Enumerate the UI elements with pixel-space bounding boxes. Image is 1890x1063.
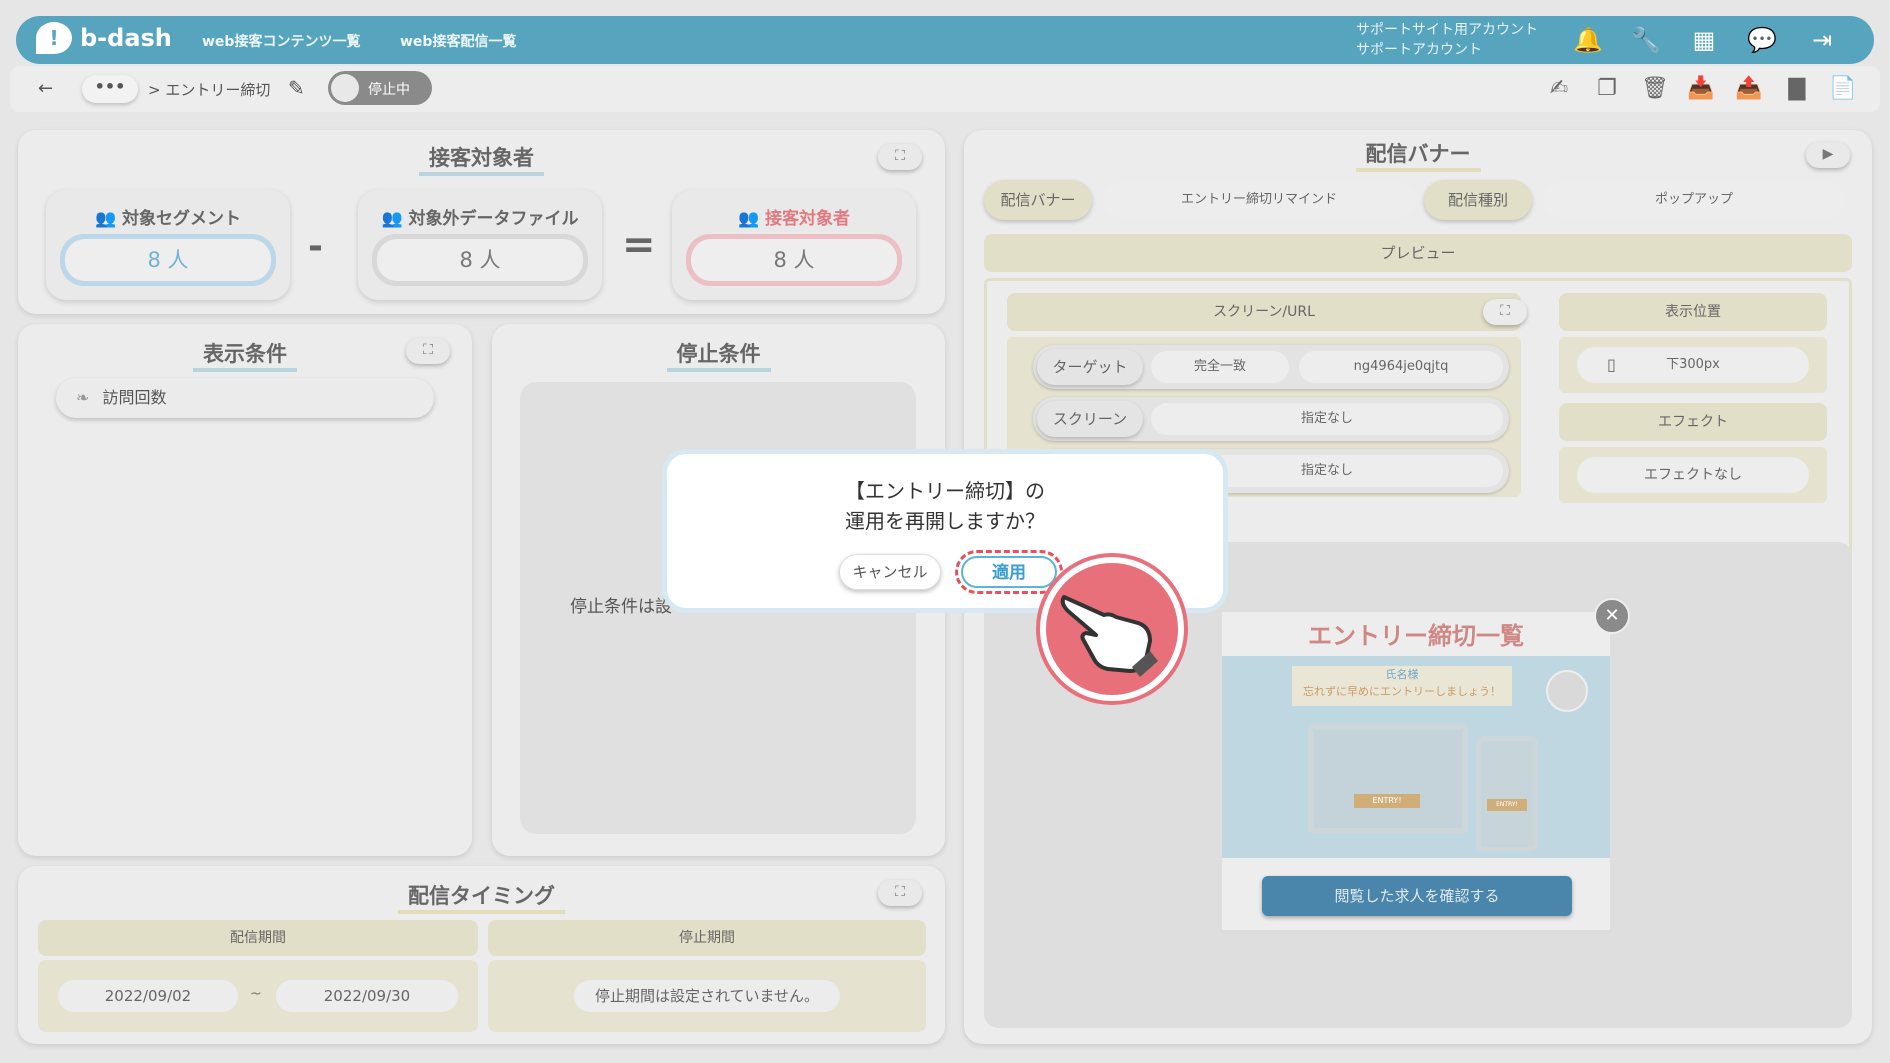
laptop-illustration: ENTRY! bbox=[1308, 724, 1468, 834]
stop-period-message: 停止期間は設定されていません。 bbox=[574, 980, 840, 1012]
end-date: 2022/09/30 bbox=[276, 980, 458, 1012]
minus-operator: - bbox=[308, 226, 323, 267]
banner-label: 配信バナー bbox=[984, 180, 1092, 220]
start-date: 2022/09/02 bbox=[58, 980, 238, 1012]
stop-period-cell: 停止期間は設定されていません。 bbox=[488, 960, 926, 1032]
pointing-hand-icon bbox=[1040, 557, 1184, 701]
screen-value: 指定なし bbox=[1151, 403, 1503, 435]
excluded-count: 8 人 bbox=[372, 234, 588, 286]
target-count: 8 人 bbox=[686, 234, 902, 286]
expand-screen-url-button[interactable]: ⛶ bbox=[1483, 299, 1527, 325]
account-user-name: サポートアカウント bbox=[1356, 42, 1482, 58]
play-preview-button[interactable]: ▶ bbox=[1806, 142, 1850, 168]
delivery-type-value: ポップアップ bbox=[1542, 182, 1846, 218]
logo-text: b-dash bbox=[80, 24, 172, 52]
popup-cta-button[interactable]: 閲覧した求人を確認する bbox=[1262, 876, 1572, 916]
equals-operator: = bbox=[622, 222, 656, 268]
position-value: ▯ 下300px bbox=[1577, 347, 1809, 383]
archive-icon[interactable]: 📥 bbox=[1686, 74, 1716, 104]
match-type: 完全一致 bbox=[1151, 351, 1289, 383]
popup-image: 氏名様 忘れずに早めにエントリーしましょう！ ENTRY! ENTRY! bbox=[1222, 656, 1610, 858]
audience-panel: 接客対象者 ⛶ 👥 対象セグメント 8 人 - 👥 対象外データファイル 8 人… bbox=[18, 130, 945, 314]
hand-graphic bbox=[1060, 595, 1158, 677]
logo[interactable]: ! b-dash bbox=[36, 22, 172, 54]
expand-audience-button[interactable]: ⛶ bbox=[878, 144, 922, 170]
back-arrow-icon[interactable]: ← bbox=[38, 78, 53, 99]
stop-period-header: 停止期間 bbox=[488, 920, 926, 956]
screen-tag: スクリーン bbox=[1037, 401, 1143, 437]
timing-panel: 配信タイミング ⛶ 配信期間 停止期間 2022/09/02 ~ 2022/09… bbox=[18, 866, 945, 1044]
breadcrumb-more-button[interactable]: ••• bbox=[82, 75, 138, 103]
popup-title: エントリー締切一覧 bbox=[1308, 622, 1524, 650]
target-card: 👥 接客対象者 8 人 bbox=[672, 190, 916, 300]
nav-web-delivery-list[interactable]: web接客配信一覧 bbox=[400, 31, 516, 51]
effect-value: エフェクトなし bbox=[1577, 457, 1809, 493]
timing-title: 配信タイミング bbox=[398, 880, 565, 914]
popup-speech: 氏名様 忘れずに早めにエントリーしましょう！ bbox=[1292, 666, 1512, 706]
date-range-separator: ~ bbox=[250, 986, 262, 1002]
toggle-label: 停止中 bbox=[368, 82, 410, 98]
avatar bbox=[1546, 670, 1588, 712]
popup-close-icon[interactable]: ✕ bbox=[1594, 598, 1630, 634]
display-conditions-panel: 表示条件 ⛶ ❧ 訪問回数 bbox=[18, 324, 472, 856]
breadcrumb-toolbar: ← ••• > エントリー締切 ✎ 停止中 ✍ ❐ 🗑 📥 📤 ▇ 📄 bbox=[10, 66, 1880, 112]
target-label: 👥 接客対象者 bbox=[737, 209, 851, 229]
account-site-name: サポートサイト用アカウント bbox=[1356, 22, 1538, 38]
target-value: ng4964je0qjtq bbox=[1299, 351, 1503, 383]
effect-body: エフェクトなし bbox=[1559, 447, 1827, 503]
condition-visit-count[interactable]: ❧ 訪問回数 bbox=[56, 378, 434, 418]
bell-icon[interactable]: 🔔 bbox=[1572, 24, 1604, 56]
preview-header: プレビュー bbox=[984, 234, 1852, 272]
top-navigation-bar: ! b-dash web接客コンテンツ一覧 web接客配信一覧 サポートサイト用… bbox=[16, 16, 1874, 64]
segment-count: 8 人 bbox=[60, 234, 276, 286]
dialog-message: 【エントリー締切】の 運用を再開しますか？ bbox=[845, 479, 1045, 533]
segment-card: 👥 対象セグメント 8 人 bbox=[46, 190, 290, 300]
document-icon[interactable]: 📄 bbox=[1828, 74, 1858, 104]
stop-conditions-title: 停止条件 bbox=[666, 338, 771, 372]
target-tag: ターゲット bbox=[1037, 349, 1143, 385]
footprint-icon: ❧ bbox=[76, 388, 90, 407]
nav-web-content-list[interactable]: web接客コンテンツ一覧 bbox=[202, 31, 360, 51]
expand-display-conditions-button[interactable]: ⛶ bbox=[406, 338, 450, 364]
logo-bubble-icon: ! bbox=[36, 22, 72, 54]
breadcrumb: > エントリー締切 bbox=[148, 81, 271, 99]
position-body: ▯ 下300px bbox=[1559, 337, 1827, 393]
excluded-label: 👥 対象外データファイル bbox=[381, 209, 579, 229]
grid-icon[interactable]: ▦ bbox=[1688, 24, 1720, 56]
phone-illustration: ENTRY! bbox=[1476, 736, 1538, 852]
copy-icon[interactable]: ❐ bbox=[1592, 74, 1622, 104]
edit-icon[interactable]: ✍ bbox=[1544, 74, 1574, 104]
delivery-period-header: 配信期間 bbox=[38, 920, 478, 956]
expand-timing-button[interactable]: ⛶ bbox=[878, 880, 922, 906]
popup-preview: エントリー締切一覧 氏名様 忘れずに早めにエントリーしましょう！ ENTRY! … bbox=[1222, 612, 1610, 930]
effect-header: エフェクト bbox=[1559, 403, 1827, 441]
display-conditions-title: 表示条件 bbox=[193, 338, 297, 372]
edit-pencil-icon[interactable]: ✎ bbox=[288, 76, 305, 100]
delivery-period-cell: 2022/09/02 ~ 2022/09/30 bbox=[38, 960, 478, 1032]
bar-chart-icon[interactable]: ▇ bbox=[1782, 74, 1812, 104]
mobile-phone-icon: ▯ bbox=[1607, 355, 1616, 374]
toggle-knob bbox=[331, 74, 359, 102]
wrench-icon[interactable]: 🔧 bbox=[1630, 24, 1662, 56]
status-toggle[interactable]: 停止中 bbox=[328, 71, 432, 105]
chat-icon[interactable]: 💬 bbox=[1746, 24, 1778, 56]
screen-url-header: スクリーン/URL bbox=[1007, 293, 1521, 331]
delivery-type-label: 配信種別 bbox=[1424, 180, 1532, 220]
banner-title: 配信バナー bbox=[1355, 138, 1481, 172]
position-header: 表示位置 bbox=[1559, 293, 1827, 331]
stop-conditions-message: 停止条件は設 bbox=[570, 597, 672, 617]
trash-icon[interactable]: 🗑 bbox=[1640, 74, 1670, 104]
cancel-button[interactable]: キャンセル bbox=[839, 554, 941, 590]
audience-title: 接客対象者 bbox=[419, 142, 544, 176]
unarchive-icon[interactable]: 📤 bbox=[1734, 74, 1764, 104]
banner-value: エントリー締切リマインド bbox=[1102, 182, 1416, 218]
segment-label: 👥 対象セグメント bbox=[94, 209, 242, 229]
screen-row: スクリーン 指定なし bbox=[1033, 397, 1509, 441]
account-info[interactable]: サポートサイト用アカウント サポートアカウント bbox=[1356, 20, 1538, 60]
excluded-file-card: 👥 対象外データファイル 8 人 bbox=[358, 190, 602, 300]
apply-button[interactable]: 適用 bbox=[961, 556, 1057, 588]
logout-icon[interactable]: ⇥ bbox=[1806, 24, 1838, 56]
target-row: ターゲット 完全一致 ng4964je0qjtq bbox=[1033, 345, 1509, 389]
